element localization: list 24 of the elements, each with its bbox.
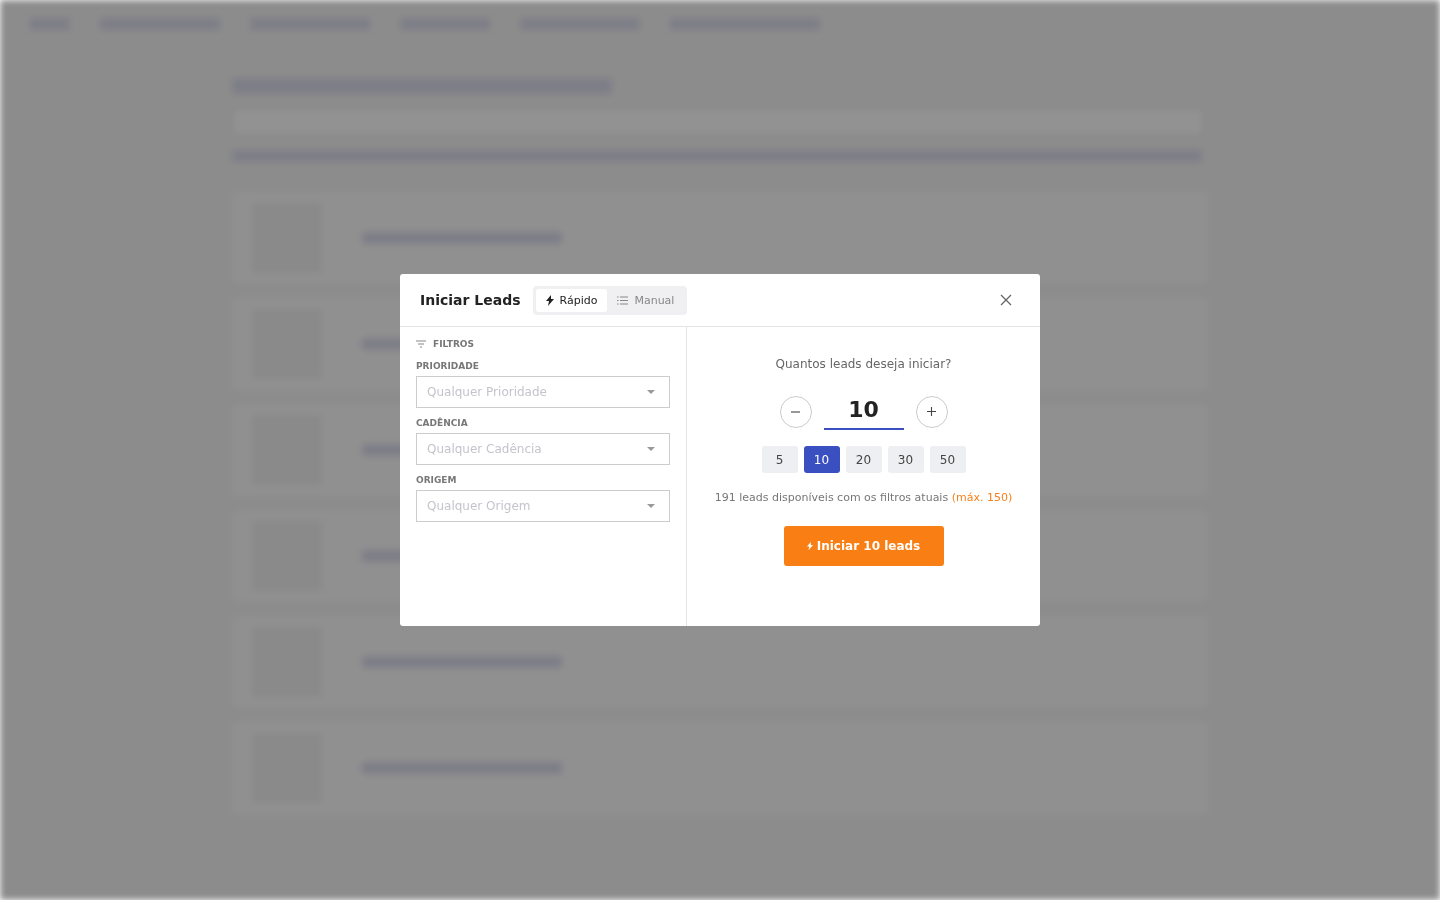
preset-button[interactable]: 50 bbox=[929, 446, 966, 473]
filters-heading: FILTROS bbox=[433, 339, 474, 349]
caret-icon bbox=[647, 504, 655, 508]
dialog-title: Iniciar Leads bbox=[420, 292, 521, 308]
bolt-icon bbox=[545, 294, 554, 306]
close-icon[interactable] bbox=[1000, 294, 1012, 306]
plus-icon bbox=[927, 407, 936, 416]
preset-button[interactable]: 5 bbox=[761, 446, 798, 473]
list-icon bbox=[617, 295, 629, 305]
increment-button[interactable] bbox=[915, 395, 948, 428]
preset-button[interactable]: 10 bbox=[803, 446, 840, 473]
field-label: ORIGEM bbox=[416, 475, 458, 485]
availability-text: 191 leads disponíveis com os filtros atuais (máx. 150) bbox=[714, 491, 1013, 504]
minus-icon bbox=[791, 410, 800, 413]
filter-icon bbox=[416, 340, 426, 348]
caret-icon bbox=[647, 447, 655, 451]
decrement-button[interactable] bbox=[779, 395, 812, 428]
field-label: PRIORIDADE bbox=[416, 361, 480, 371]
bolt-icon bbox=[806, 541, 813, 551]
preset-button[interactable]: 20 bbox=[845, 446, 882, 473]
mode-tab[interactable]: Rápido bbox=[535, 288, 608, 312]
preset-button[interactable]: 30 bbox=[887, 446, 924, 473]
question-text: Quantos leads deseja iniciar? bbox=[775, 357, 952, 371]
field-label: CADÊNCIA bbox=[416, 418, 469, 428]
